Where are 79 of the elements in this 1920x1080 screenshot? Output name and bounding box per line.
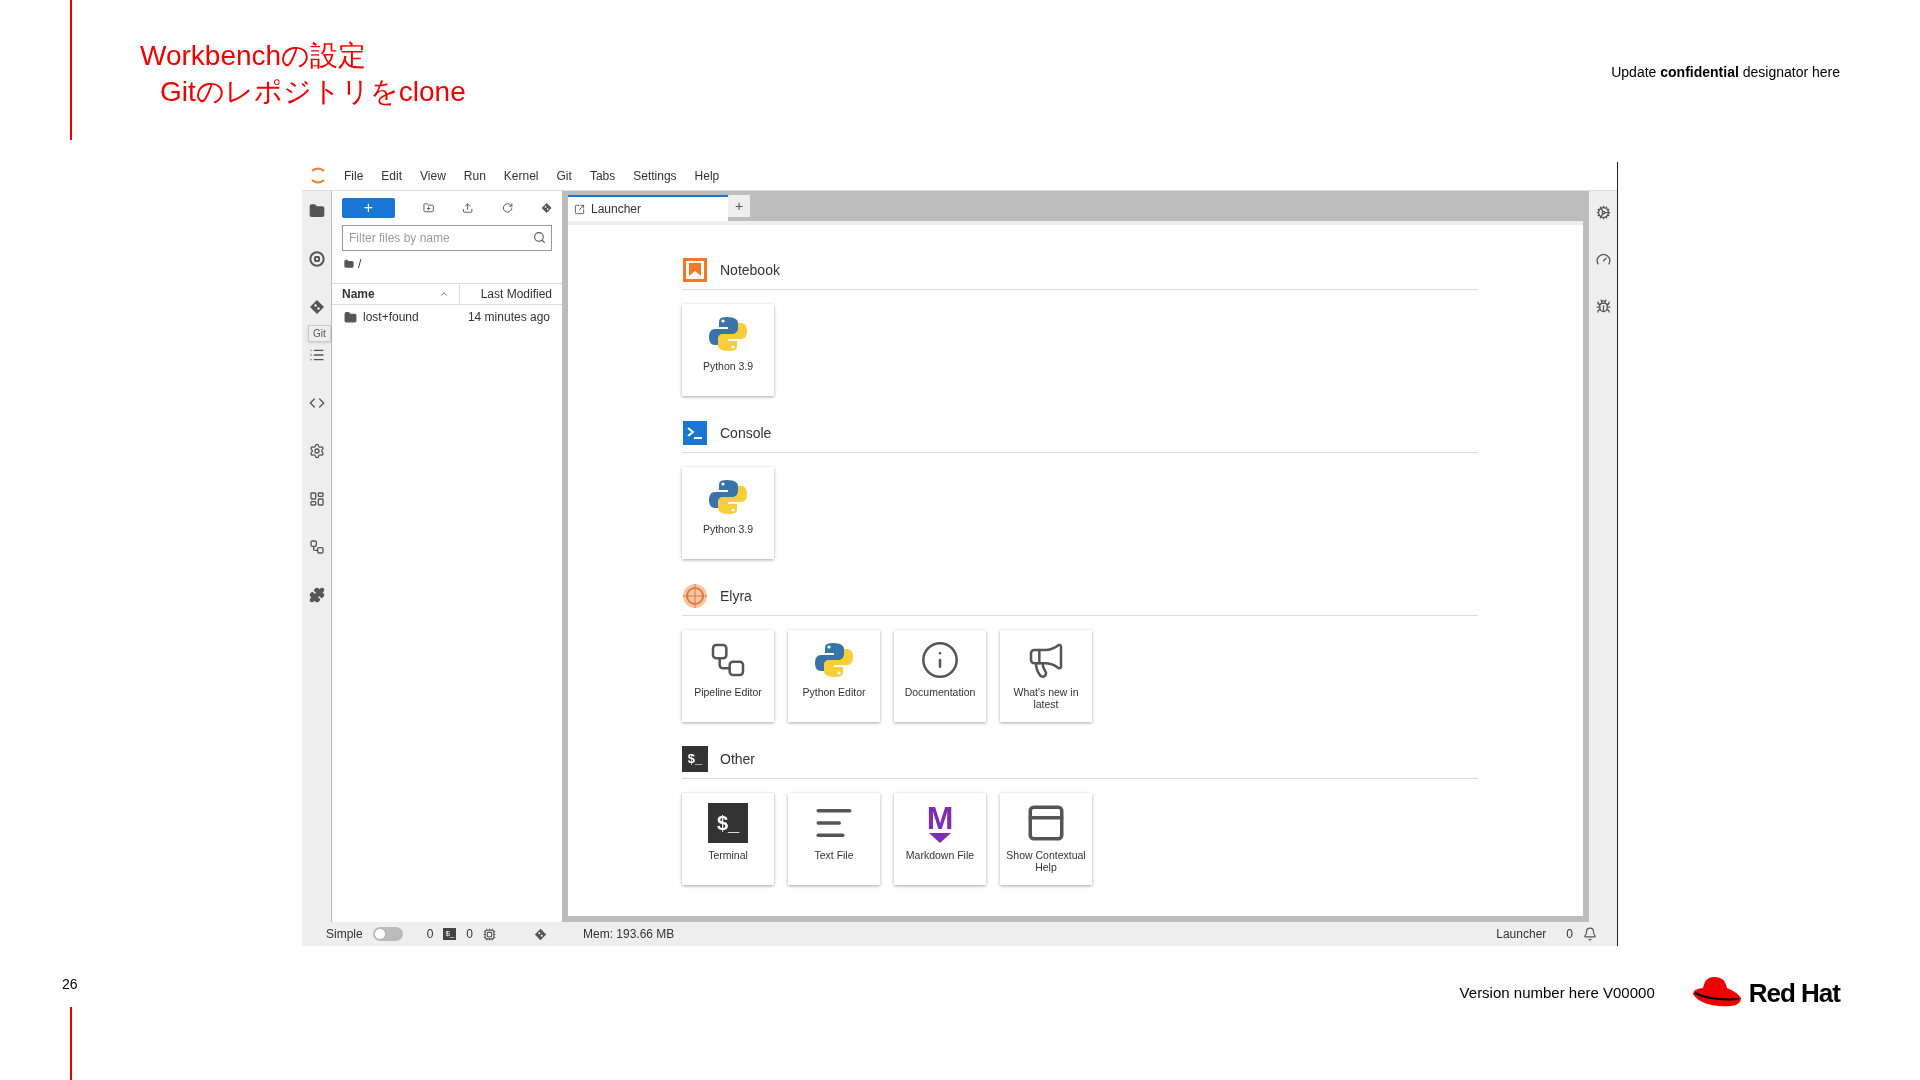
menu-item[interactable]: Kernel (503, 167, 539, 185)
bell-icon[interactable] (1583, 927, 1597, 941)
simple-toggle[interactable] (372, 927, 403, 941)
tooltip: Git (308, 325, 331, 342)
git-icon[interactable] (308, 299, 325, 315)
info-icon (920, 640, 960, 680)
notebook-icon (682, 257, 708, 283)
confidential-note: Update confidential designator here (1611, 63, 1840, 82)
gauge-icon[interactable] (1595, 252, 1611, 267)
terminal-icon: $_ (708, 803, 748, 843)
launcher-card[interactable]: Text File (788, 793, 880, 885)
bug-icon[interactable] (1595, 299, 1611, 314)
slide-title: Gitのレポジトリをclone (160, 75, 466, 109)
menu-item[interactable]: Settings (633, 167, 677, 185)
launcher-card[interactable]: Python 3.9 (682, 467, 774, 559)
launcher-card[interactable]: $_ Terminal (682, 793, 774, 885)
notification-count: 0 (1566, 926, 1573, 943)
jupyter-logo-icon (310, 166, 326, 186)
page-number: 26 (62, 975, 79, 994)
gear-icon[interactable] (308, 443, 325, 459)
python-logo-icon (708, 477, 748, 517)
nodes-icon[interactable] (308, 539, 325, 555)
menu-item[interactable]: Git (556, 167, 572, 185)
cpu-icon (482, 927, 496, 941)
puzzle-icon[interactable] (308, 587, 325, 603)
menu-item[interactable]: Run (463, 167, 486, 185)
folder-icon (344, 259, 354, 269)
menu-item[interactable]: View (420, 167, 446, 185)
code-icon[interactable] (308, 395, 325, 411)
new-launcher-button[interactable]: + (342, 198, 395, 218)
column-header[interactable]: Name (332, 284, 460, 304)
launcher-card[interactable]: Documentation (894, 630, 986, 722)
terminal-count: 0 (466, 926, 473, 943)
new-folder-icon[interactable] (423, 201, 435, 215)
refresh-icon[interactable] (501, 201, 513, 215)
settings-icon[interactable] (1595, 205, 1611, 220)
console-icon (682, 420, 708, 446)
stop-icon[interactable] (308, 251, 325, 267)
memory-usage: Mem: 193.66 MB (582, 926, 675, 943)
section-title: Notebook (720, 260, 780, 280)
launcher-card[interactable]: Python Editor (788, 630, 880, 722)
section-title: Elyra (720, 586, 752, 606)
launcher-card[interactable]: M Markdown File (894, 793, 986, 885)
terminal-icon: $_ (682, 746, 708, 772)
kernel-count: 0 (426, 926, 434, 943)
elyra-icon (682, 583, 708, 609)
launcher-icon (574, 203, 585, 215)
list-icon[interactable] (308, 347, 325, 363)
slide-title: Workbenchの設定 (140, 39, 368, 73)
activity-label[interactable]: Launcher (1496, 925, 1547, 943)
mode-label: Simple (326, 926, 363, 943)
breadcrumb[interactable]: / (358, 255, 362, 273)
section-title: Console (720, 423, 772, 443)
terminal-icon: $_ (443, 928, 457, 940)
git-icon[interactable] (533, 927, 547, 941)
menu-item[interactable]: Edit (381, 167, 403, 185)
launcher-card[interactable]: Pipeline Editor (682, 630, 774, 722)
filter-field[interactable]: Filter files by name (342, 225, 552, 251)
dashboard-icon[interactable] (308, 491, 325, 507)
add-tab-button[interactable]: + (728, 195, 750, 217)
launcher-card[interactable]: Show Contextual Help (1000, 793, 1092, 885)
version-text: Version number here V00000 (1459, 982, 1655, 1003)
section-title: Other (720, 749, 755, 769)
file-row[interactable]: lost+found 14 minutes ago (332, 305, 562, 329)
column-header[interactable]: Last Modified (460, 284, 562, 304)
git-clone-icon[interactable] (540, 201, 552, 215)
menu-item[interactable]: Help (694, 167, 720, 185)
python-logo-icon (814, 640, 854, 680)
launcher-card[interactable]: Python 3.9 (682, 304, 774, 396)
folder-icon[interactable] (308, 203, 325, 219)
menu-item[interactable]: Tabs (589, 167, 616, 185)
brand-name: Red Hat (1748, 976, 1840, 1010)
menu-item[interactable]: File (344, 167, 364, 185)
upload-icon[interactable] (462, 201, 474, 215)
folder-icon (344, 310, 357, 324)
python-logo-icon (708, 314, 748, 354)
search-icon (533, 231, 546, 244)
launcher-card[interactable]: What's new in latest (1000, 630, 1092, 722)
tab[interactable]: Launcher (568, 195, 728, 221)
